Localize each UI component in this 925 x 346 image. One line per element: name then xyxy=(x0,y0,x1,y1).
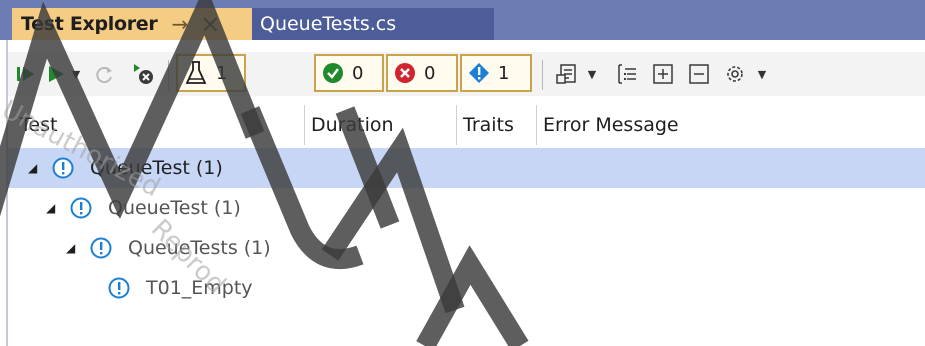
run-all-icon[interactable] xyxy=(14,52,38,96)
not-run-icon xyxy=(90,237,112,259)
column-error-message-label: Error Message xyxy=(543,114,679,136)
column-test-label: Test xyxy=(20,114,58,136)
not-run-icon xyxy=(469,63,489,83)
settings-icon[interactable] xyxy=(720,52,750,96)
not-run-icon xyxy=(70,197,92,219)
expand-all-icon[interactable] xyxy=(648,52,678,96)
run-dropdown-icon[interactable]: ▼ xyxy=(68,52,84,96)
pin-icon[interactable]: ︎→ xyxy=(171,12,188,36)
tree-row-queuetest-project[interactable]: ◢ QueueTest (1) xyxy=(8,148,925,188)
tree-item-label: T01_Empty xyxy=(146,277,253,299)
column-error-message[interactable]: Error Message xyxy=(536,105,925,145)
close-icon[interactable]: × xyxy=(200,12,220,36)
flask-icon xyxy=(185,61,207,84)
toolbar-separator xyxy=(542,60,543,90)
total-tests-counter[interactable]: 1 xyxy=(176,54,246,92)
toolbar-separator xyxy=(168,60,169,90)
column-traits[interactable]: Traits xyxy=(456,105,536,145)
tab-doc-title: QueueTests.cs xyxy=(260,13,397,35)
tree-row-queuetest-namespace[interactable]: ◢ QueueTest (1) xyxy=(8,188,925,228)
repeat-last-run-icon[interactable] xyxy=(90,52,120,96)
column-traits-label: Traits xyxy=(463,114,514,136)
playlist-dropdown-icon[interactable]: ▼ xyxy=(584,52,600,96)
passed-icon xyxy=(323,63,343,83)
failed-tests-counter[interactable]: 0 xyxy=(386,54,458,92)
tree-item-label: QueueTests (1) xyxy=(128,237,271,259)
expand-caret-icon[interactable]: ◢ xyxy=(28,161,37,175)
passed-count: 0 xyxy=(352,62,364,84)
column-header: Test Duration Traits Error Message xyxy=(8,105,925,145)
tree-item-label: QueueTest (1) xyxy=(90,157,223,179)
column-test[interactable]: Test xyxy=(14,105,304,145)
tree-row-queuetests-class[interactable]: ◢ QueueTests (1) xyxy=(8,228,925,268)
not-run-icon xyxy=(108,277,130,299)
column-duration-label: Duration xyxy=(311,114,394,136)
tree-item-label: QueueTest (1) xyxy=(108,197,241,219)
not-run-count: 1 xyxy=(498,62,510,84)
failed-count: 0 xyxy=(424,62,436,84)
column-duration[interactable]: Duration xyxy=(304,105,456,145)
tab-queuetests-cs[interactable]: QueueTests.cs xyxy=(252,8,494,40)
failed-icon xyxy=(395,63,415,83)
playlist-icon[interactable] xyxy=(552,52,582,96)
tree-row-t01-empty[interactable]: T01_Empty xyxy=(8,268,925,308)
tab-test-explorer[interactable]: Test Explorer ︎→ × xyxy=(12,8,252,40)
tab-title: Test Explorer xyxy=(21,13,158,35)
toolbar: ▼ 1 0 0 1 ▼ ▼ xyxy=(8,52,925,96)
collapse-all-icon[interactable] xyxy=(684,52,714,96)
passed-tests-counter[interactable]: 0 xyxy=(314,54,384,92)
settings-dropdown-icon[interactable]: ▼ xyxy=(754,52,770,96)
not-run-icon xyxy=(52,157,74,179)
total-count: 1 xyxy=(216,62,228,84)
cancel-icon[interactable] xyxy=(128,52,158,96)
expand-caret-icon[interactable]: ◢ xyxy=(46,201,55,215)
expand-caret-icon[interactable]: ◢ xyxy=(66,241,75,255)
not-run-tests-counter[interactable]: 1 xyxy=(460,54,532,92)
group-by-icon[interactable] xyxy=(612,52,642,96)
run-icon[interactable] xyxy=(44,52,68,96)
tab-strip: Test Explorer ︎→ × QueueTests.cs xyxy=(0,0,925,40)
